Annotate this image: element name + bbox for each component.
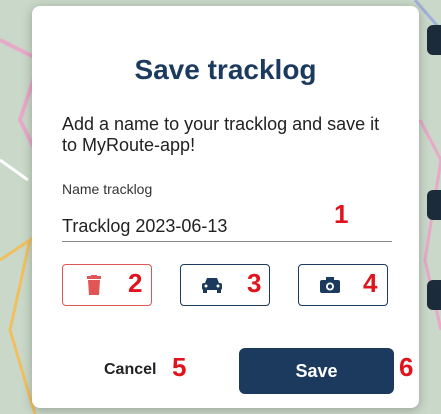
annotation-6: 6 <box>399 352 414 382</box>
map-control-icon[interactable] <box>427 25 441 55</box>
save-tracklog-dialog: Save tracklog Add a name to your tracklo… <box>32 6 419 408</box>
trash-icon <box>87 275 101 295</box>
cancel-button[interactable]: Cancel <box>104 361 156 379</box>
map-save-icon[interactable] <box>427 190 441 220</box>
camera-icon <box>320 277 340 293</box>
name-tracklog-label: Name tracklog <box>62 181 153 197</box>
annotation-5: 5 <box>172 352 187 382</box>
annotation-2: 2 <box>128 268 143 298</box>
annotation-1: 1 <box>334 199 349 229</box>
dialog-description: Add a name to your tracklog and save it … <box>62 114 380 155</box>
map-chart-icon[interactable] <box>427 280 441 310</box>
car-icon <box>202 278 222 293</box>
annotation-4: 4 <box>363 268 378 298</box>
annotation-3: 3 <box>247 268 262 298</box>
dialog-title: Save tracklog <box>134 54 317 85</box>
save-button[interactable]: Save <box>239 348 394 394</box>
